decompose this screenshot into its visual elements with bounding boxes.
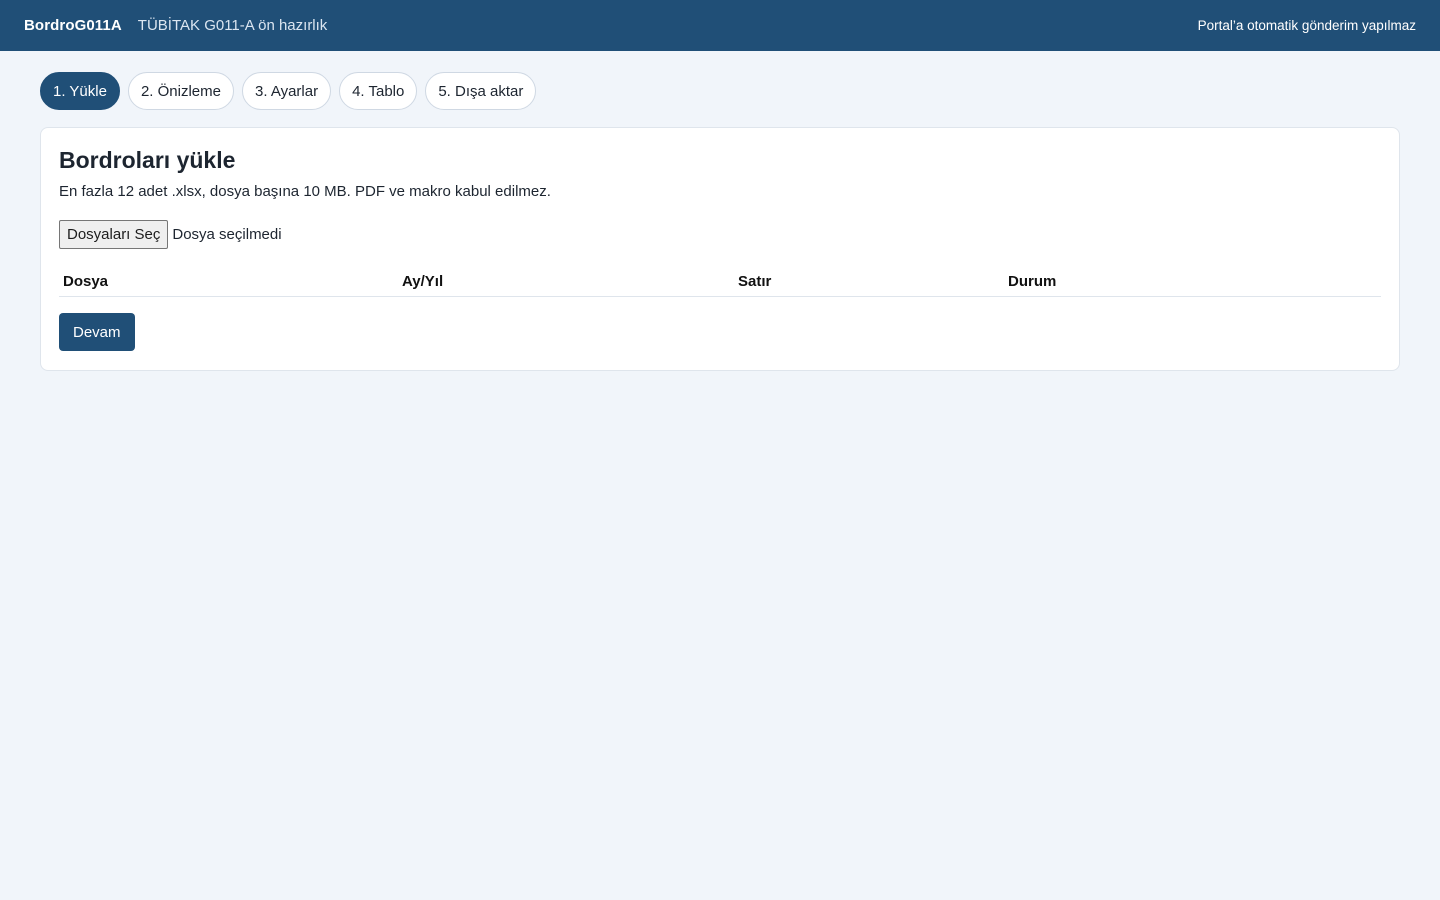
column-header-status: Durum [1004, 267, 1381, 297]
upload-description: En fazla 12 adet .xlsx, dosya başına 10 … [59, 183, 551, 200]
upload-title: Bordroları yükle [59, 147, 236, 173]
step-tabs: 1. Yükle 2. Önizleme 3. Ayarlar 4. Tablo… [0, 51, 1440, 127]
step-tab-upload[interactable]: 1. Yükle [40, 72, 120, 110]
step-tab-export[interactable]: 5. Dışa aktar [425, 72, 537, 110]
app-brand: BordroG011A [24, 17, 122, 34]
top-bar-left: BordroG011A TÜBİTAK G011-A ön hazırlık [24, 17, 327, 34]
files-table-header-row: Dosya Ay/Yıl Satır Durum [59, 267, 1381, 297]
step-tab-settings[interactable]: 3. Ayarlar [241, 72, 332, 110]
choose-files-button[interactable]: Dosyaları Seç [59, 220, 169, 249]
file-picker: Dosyaları Seç Dosya seçilmedi [59, 220, 1381, 249]
app-subtitle: TÜBİTAK G011-A ön hazırlık [137, 17, 328, 34]
upload-card: Bordroları yükle En fazla 12 adet .xlsx,… [40, 127, 1400, 371]
step-tab-preview[interactable]: 2. Önizleme [127, 72, 234, 110]
column-header-rows: Satır [734, 267, 1004, 297]
file-status: Dosya seçilmedi [172, 226, 282, 243]
step-tab-table[interactable]: 4. Tablo [339, 72, 418, 110]
column-header-file: Dosya [59, 267, 398, 297]
continue-button[interactable]: Devam [59, 313, 135, 351]
column-header-month-year: Ay/Yıl [398, 267, 734, 297]
portal-notice: Portal’a otomatik gönderim yapılmaz [1197, 18, 1416, 33]
top-bar: BordroG011A TÜBİTAK G011-A ön hazırlık P… [0, 0, 1440, 51]
files-table: Dosya Ay/Yıl Satır Durum [59, 267, 1381, 297]
